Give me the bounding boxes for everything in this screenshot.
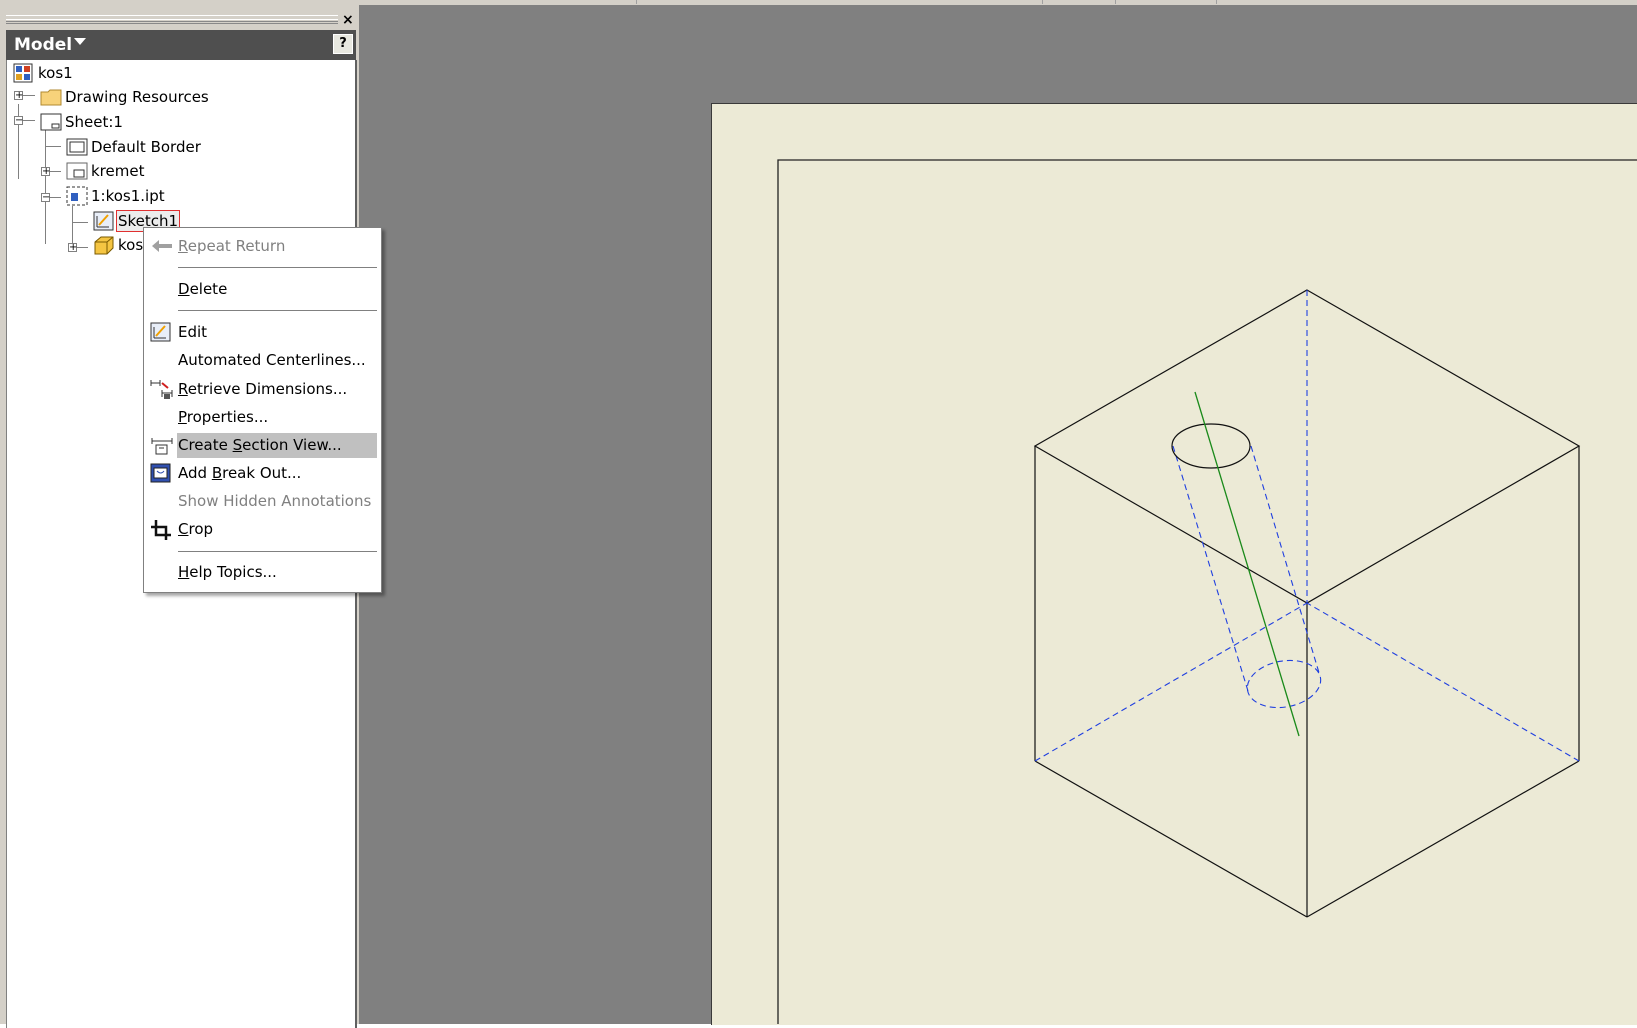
drawing-view-icon — [66, 186, 88, 206]
collapse-toggle[interactable]: − — [14, 116, 23, 126]
drawing-sheet[interactable] — [711, 103, 1637, 1025]
toolbar-segment — [1043, 0, 1116, 4]
tree-connector — [72, 206, 73, 246]
tree-item-label: kremet — [91, 162, 145, 180]
tree-connector — [23, 120, 35, 121]
collapse-toggle[interactable]: − — [41, 193, 50, 203]
expand-toggle[interactable]: + — [41, 167, 50, 177]
menu-item-properties[interactable]: Properties... — [144, 404, 381, 430]
part-icon — [93, 235, 114, 255]
toolbar-segment — [1116, 0, 1217, 4]
menu-item-crop[interactable]: Crop — [144, 516, 381, 542]
menu-item-create-section-view[interactable]: Create Section View... — [144, 432, 381, 458]
tree-connector — [72, 222, 88, 223]
menu-item-repeat-return[interactable]: Repeat Return — [144, 233, 381, 259]
menu-item-edit[interactable]: Edit — [144, 319, 381, 345]
border-icon — [66, 137, 88, 157]
toolbar-segment — [637, 0, 1043, 4]
panel-header: Model ? — [6, 30, 356, 60]
menu-separator — [178, 551, 377, 552]
panel-grip[interactable] — [6, 19, 338, 24]
tree-connector — [50, 197, 61, 198]
menu-item-retrieve-dimensions[interactable]: Retrieve Dimensions... — [144, 376, 381, 402]
folder-icon — [40, 87, 62, 107]
help-button[interactable]: ? — [333, 34, 353, 54]
tree-connector — [23, 95, 35, 96]
tree-item-label: kos1 — [38, 64, 73, 82]
drawing-document-icon — [13, 63, 33, 83]
tree-item-label: Drawing Resources — [65, 88, 209, 106]
edit-sketch-icon — [150, 322, 171, 342]
crop-icon — [150, 519, 171, 540]
repeat-arrow-icon — [150, 236, 172, 256]
tree-item-label: 1:kos1.ipt — [91, 187, 165, 205]
menu-item-help-topics[interactable]: Help Topics... — [144, 559, 381, 585]
menu-item-show-hidden-annotations[interactable]: Show Hidden Annotations — [144, 488, 381, 514]
retrieve-dimensions-icon — [150, 379, 173, 399]
sketch-icon — [93, 211, 114, 231]
expand-toggle[interactable]: + — [14, 91, 23, 101]
tree-connector — [45, 146, 61, 147]
menu-separator — [178, 310, 377, 311]
title-block-icon — [66, 161, 88, 181]
menu-item-delete[interactable]: Delete — [144, 276, 381, 302]
toolbar-segment — [0, 0, 637, 4]
tree-connector — [77, 247, 88, 248]
expand-toggle[interactable]: + — [68, 243, 77, 253]
menu-item-automated-centerlines[interactable]: Automated Centerlines... — [144, 347, 381, 373]
menu-separator — [178, 267, 377, 268]
section-view-icon — [150, 435, 173, 455]
tree-connector — [50, 171, 61, 172]
close-icon[interactable]: × — [342, 12, 354, 28]
break-out-icon — [150, 463, 171, 483]
sheet-icon — [40, 112, 62, 132]
browser-title-dropdown[interactable]: Model — [14, 35, 72, 55]
tree-item-label: Sheet:1 — [65, 113, 123, 131]
chevron-down-icon[interactable] — [74, 38, 86, 45]
tree-item-label: kos — [118, 236, 144, 254]
menu-item-add-break-out[interactable]: Add Break Out... — [144, 460, 381, 486]
context-menu: Repeat Return Delete Edit Automated Cent… — [143, 227, 382, 593]
tree-item-label: Default Border — [91, 138, 201, 156]
